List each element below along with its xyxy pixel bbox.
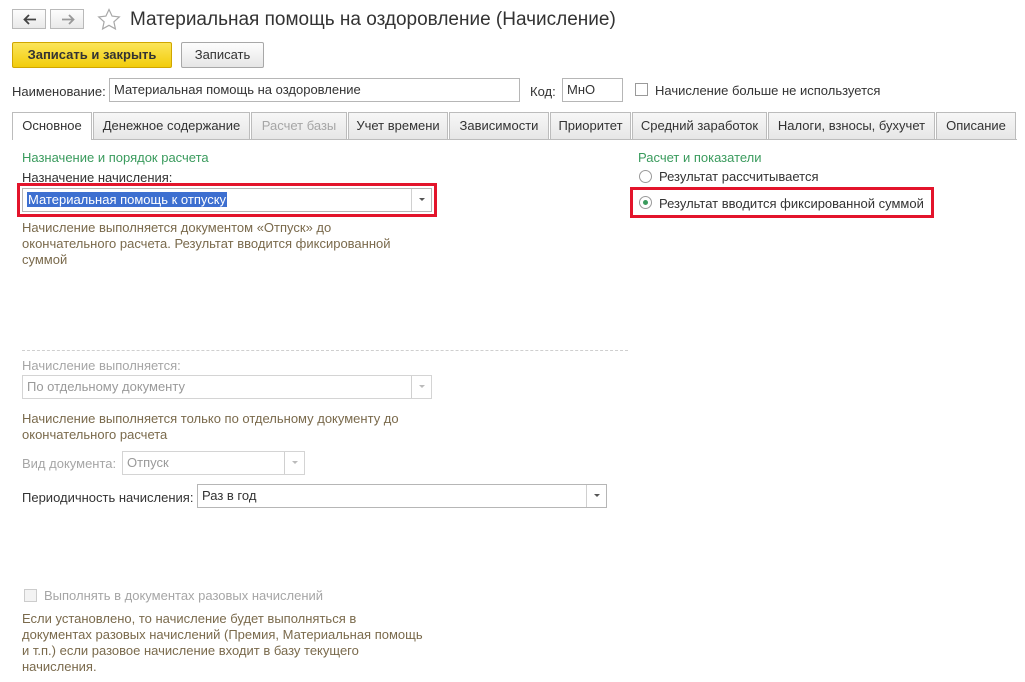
chevron-down-icon[interactable]: [586, 485, 606, 507]
one-time-hint-4: начисления.: [22, 659, 97, 674]
favorite-button[interactable]: [97, 8, 121, 34]
execution-select-value: По отдельному документу: [27, 379, 185, 394]
execution-label: Начисление выполняется:: [22, 358, 181, 373]
forward-button[interactable]: [50, 9, 84, 29]
name-input[interactable]: Материальная помощь на оздоровление: [109, 78, 520, 102]
tab-time-tracking[interactable]: Учет времени: [348, 112, 448, 139]
purpose-hint-1: Начисление выполняется документом «Отпус…: [22, 220, 332, 235]
purpose-hint-3: суммой: [22, 252, 68, 267]
tab-divider: [12, 139, 1017, 140]
one-time-hint-2: документах разовых начислений (Премия, М…: [22, 627, 423, 642]
periodicity-label: Периодичность начисления:: [22, 490, 194, 505]
group-title-calculation: Расчет и показатели: [638, 150, 762, 165]
radio-fixed-label: Результат вводится фиксированной суммой: [659, 196, 924, 211]
save-button[interactable]: Записать: [181, 42, 264, 68]
code-input[interactable]: МнО: [562, 78, 623, 102]
chevron-down-icon[interactable]: [411, 189, 431, 211]
one-time-hint-3: и т.п.) если разовое начисление входит в…: [22, 643, 359, 658]
back-button[interactable]: [12, 9, 46, 29]
periodicity-select[interactable]: Раз в год: [197, 484, 607, 508]
name-label: Наименование:: [12, 84, 106, 99]
tab-base-calc[interactable]: Расчет базы: [251, 112, 347, 139]
tab-priority[interactable]: Приоритет: [550, 112, 631, 139]
save-and-close-button[interactable]: Записать и закрыть: [12, 42, 172, 68]
tab-main[interactable]: Основное: [12, 112, 92, 140]
arrow-right-icon: [62, 14, 75, 25]
tab-average-earnings[interactable]: Средний заработок: [632, 112, 767, 139]
star-icon: [97, 8, 121, 31]
execution-hint-1: Начисление выполняется только по отдельн…: [22, 411, 399, 426]
unused-label: Начисление больше не используется: [655, 83, 881, 98]
purpose-select-value: Материальная помощь к отпуску: [27, 192, 228, 207]
radio-fixed[interactable]: [639, 196, 652, 209]
group-title-purpose: Назначение и порядок расчета: [22, 150, 209, 165]
tab-salary[interactable]: Денежное содержание: [93, 112, 250, 139]
tab-dependencies[interactable]: Зависимости: [449, 112, 549, 139]
radio-calculated[interactable]: [639, 170, 652, 183]
chevron-down-icon[interactable]: [411, 376, 431, 398]
section-divider: [22, 350, 628, 351]
periodicity-select-value: Раз в год: [202, 488, 257, 503]
one-time-label: Выполнять в документах разовых начислени…: [44, 588, 324, 603]
chevron-down-icon[interactable]: [284, 452, 304, 474]
tab-description[interactable]: Описание: [936, 112, 1016, 139]
execution-select[interactable]: По отдельному документу: [22, 375, 432, 399]
execution-hint-2: окончательного расчета: [22, 427, 168, 442]
tab-taxes[interactable]: Налоги, взносы, бухучет: [768, 112, 935, 139]
doc-type-label: Вид документа:: [22, 456, 117, 471]
purpose-hint-2: окончательного расчета. Результат вводит…: [22, 236, 391, 251]
window-title: Материальная помощь на оздоровление (Нач…: [130, 9, 616, 30]
code-label: Код:: [530, 84, 556, 99]
one-time-checkbox[interactable]: [24, 589, 37, 602]
purpose-select[interactable]: Материальная помощь к отпуску: [22, 188, 432, 212]
doc-type-select[interactable]: Отпуск: [122, 451, 305, 475]
doc-type-select-value: Отпуск: [127, 455, 169, 470]
radio-calculated-label: Результат рассчитывается: [659, 169, 819, 184]
unused-checkbox[interactable]: [635, 83, 648, 96]
one-time-hint-1: Если установлено, то начисление будет вы…: [22, 611, 357, 626]
arrow-left-icon: [23, 14, 36, 25]
